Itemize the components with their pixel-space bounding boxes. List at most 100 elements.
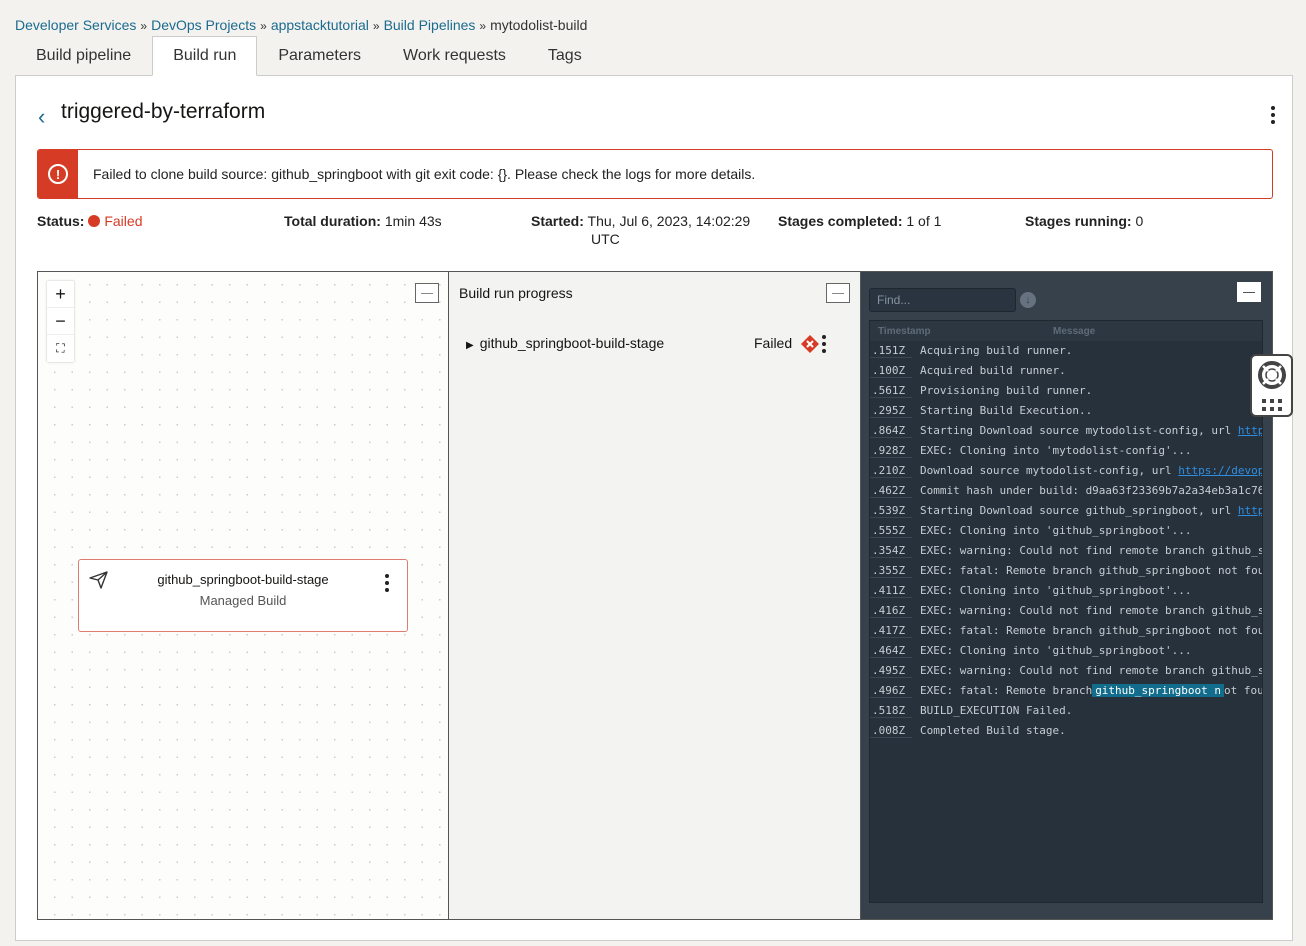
log-timestamp: .518Z (870, 701, 912, 718)
log-row: .417Z EXEC: fatal: Remote branch github_s… (870, 621, 1262, 641)
zoom-in-icon[interactable]: + (47, 281, 74, 308)
log-row: .464Z EXEC: Cloning into 'github_springbo… (870, 641, 1262, 661)
log-timestamp: .100Z (870, 361, 912, 378)
log-row: .518Z BUILD_EXECUTION Failed. (870, 701, 1262, 721)
log-message: EXEC: Cloning into 'github_springboot'..… (920, 524, 1192, 537)
log-message: Starting Download source mytodolist-conf… (920, 424, 1263, 437)
log-row: .008Z Completed Build stage. (870, 721, 1262, 741)
tab-tags[interactable]: Tags (527, 36, 603, 76)
zoom-out-icon[interactable]: − (47, 308, 74, 335)
log-message: EXEC: fatal: Remote branch github_springb… (920, 684, 1263, 697)
log-timestamp: .411Z (870, 581, 912, 598)
status-badge: Failed (104, 213, 143, 229)
help-widget[interactable] (1250, 354, 1293, 417)
error-message: Failed to clone build source: github_spr… (93, 166, 756, 182)
log-find-input[interactable]: Find... (869, 288, 1016, 312)
error-icon: ! (38, 150, 78, 198)
log-message: EXEC: fatal: Remote branch github_spring… (920, 564, 1263, 577)
log-timestamp: .496Z (870, 681, 912, 698)
log-row: .416Z EXEC: warning: Could not find remot… (870, 601, 1262, 621)
log-message: Completed Build stage. (920, 724, 1066, 737)
breadcrumb-build-pipelines[interactable]: Build Pipelines (384, 17, 476, 33)
lifebuoy-icon (1258, 361, 1286, 389)
log-message: EXEC: fatal: Remote branch github_spring… (920, 624, 1263, 637)
log-message: EXEC: warning: Could not find remote bra… (920, 664, 1263, 677)
log-link[interactable]: http (1238, 504, 1262, 517)
tab-build-pipeline[interactable]: Build pipeline (15, 36, 152, 76)
started-field: Started: Thu, Jul 6, 2023, 14:02:29 UTC (531, 213, 751, 247)
col-timestamp: Timestamp (878, 326, 931, 337)
log-timestamp: .928Z (870, 441, 912, 458)
log-timestamp: .295Z (870, 401, 912, 418)
log-row: .864Z Starting Download source mytodolist… (870, 421, 1262, 441)
log-link[interactable]: http (1238, 424, 1262, 437)
breadcrumb: Developer Services» DevOps Projects» appst… (15, 17, 588, 33)
zoom-controls: + − ⛶ (47, 281, 74, 362)
log-row: .555Z EXEC: Cloning into 'github_springbo… (870, 521, 1262, 541)
pipeline-graph-pane[interactable]: + − ⛶ github_springboot-build-stage Mana… (38, 272, 449, 919)
log-message: EXEC: warning: Could not find remote bra… (920, 544, 1263, 557)
duration-field: Total duration: 1min 43s (284, 213, 442, 229)
tab-work-requests[interactable]: Work requests (382, 36, 527, 76)
breadcrumb-current: mytodolist-build (490, 17, 588, 33)
log-row: .561Z Provisioning build runner. (870, 381, 1262, 401)
log-timestamp: .416Z (870, 601, 912, 618)
log-timestamp: .355Z (870, 561, 912, 578)
log-message: Starting Download source github_springbo… (920, 504, 1263, 517)
error-alert: ! Failed to clone build source: github_s… (37, 149, 1273, 199)
minimize-logs-button[interactable] (1237, 282, 1261, 302)
log-timestamp: .495Z (870, 661, 912, 678)
more-actions-icon[interactable] (1271, 106, 1275, 124)
download-icon[interactable]: ↓ (1020, 292, 1036, 308)
search-highlight: github_springboot n (1092, 684, 1225, 697)
fit-screen-icon[interactable]: ⛶ (47, 335, 74, 362)
stages-running-field: Stages running: 0 (1025, 213, 1144, 229)
tab-parameters[interactable]: Parameters (257, 36, 382, 76)
failed-diamond-icon (801, 335, 819, 353)
log-timestamp: .417Z (870, 621, 912, 638)
failed-dot-icon (88, 215, 101, 227)
status-field: Status: Failed (37, 213, 143, 229)
minimize-graph-button[interactable] (415, 283, 439, 303)
logs-pane: Find... ↓ Timestamp Message .151Z Acquirin… (861, 272, 1272, 919)
log-message: EXEC: Cloning into 'github_springboot'..… (920, 644, 1192, 657)
stage-node-type: Managed Build (199, 593, 287, 608)
log-link[interactable]: https://devop (1178, 464, 1262, 477)
log-timestamp: .555Z (870, 521, 912, 538)
page-title: triggered-by-terraform (61, 100, 266, 123)
build-run-panel: ‹ triggered-by-terraform ! Failed to clo… (15, 75, 1293, 941)
stage-status: Failed (754, 335, 793, 351)
stage-menu-icon[interactable] (822, 335, 826, 353)
log-table[interactable]: Timestamp Message .151Z Acquiring build ru… (869, 320, 1263, 903)
log-timestamp: .462Z (870, 481, 912, 498)
log-timestamp: .539Z (870, 501, 912, 518)
log-timestamp: .210Z (870, 461, 912, 478)
back-chevron-icon[interactable]: ‹ (38, 104, 45, 130)
stage-node[interactable]: github_springboot-build-stage Managed Bu… (78, 559, 408, 632)
log-timestamp: .864Z (870, 421, 912, 438)
log-message: Download source mytodolist-config, url h… (920, 464, 1263, 477)
log-row: .496Z EXEC: fatal: Remote branch github_sp… (870, 681, 1262, 701)
breadcrumb-project[interactable]: appstacktutorial (271, 17, 369, 33)
minimize-progress-button[interactable] (826, 283, 850, 303)
log-row: .100Z Acquired build runner. (870, 361, 1262, 381)
log-timestamp: .561Z (870, 381, 912, 398)
tab-build-run[interactable]: Build run (152, 36, 258, 76)
log-row: .928Z EXEC: Cloning into 'mytodolist-conf… (870, 441, 1262, 461)
log-row: .462Z Commit hash under build: d9aa63f233… (870, 481, 1262, 501)
log-message: EXEC: Cloning into 'github_springboot'..… (920, 584, 1192, 597)
breadcrumb-developer-services[interactable]: Developer Services (15, 17, 136, 33)
log-message: Provisioning build runner. (920, 384, 1093, 397)
log-message: EXEC: warning: Could not find remote bra… (920, 604, 1263, 617)
log-message: Acquired build runner. (920, 364, 1066, 377)
stage-row[interactable]: ▶ github_springboot-build-stage Failed (466, 335, 846, 353)
breadcrumb-devops-projects[interactable]: DevOps Projects (151, 17, 256, 33)
expand-caret-icon[interactable]: ▶ (466, 340, 474, 351)
stage-node-menu-icon[interactable] (385, 574, 389, 592)
log-timestamp: .151Z (870, 341, 912, 358)
tab-bar: Build pipeline Build run Parameters Work… (15, 36, 603, 76)
log-timestamp: .008Z (870, 721, 912, 738)
stage-node-name: github_springboot-build-stage (157, 572, 329, 587)
log-message: Commit hash under build: d9aa63f23369b7a… (920, 484, 1263, 497)
log-row: .355Z EXEC: fatal: Remote branch github_s… (870, 561, 1262, 581)
